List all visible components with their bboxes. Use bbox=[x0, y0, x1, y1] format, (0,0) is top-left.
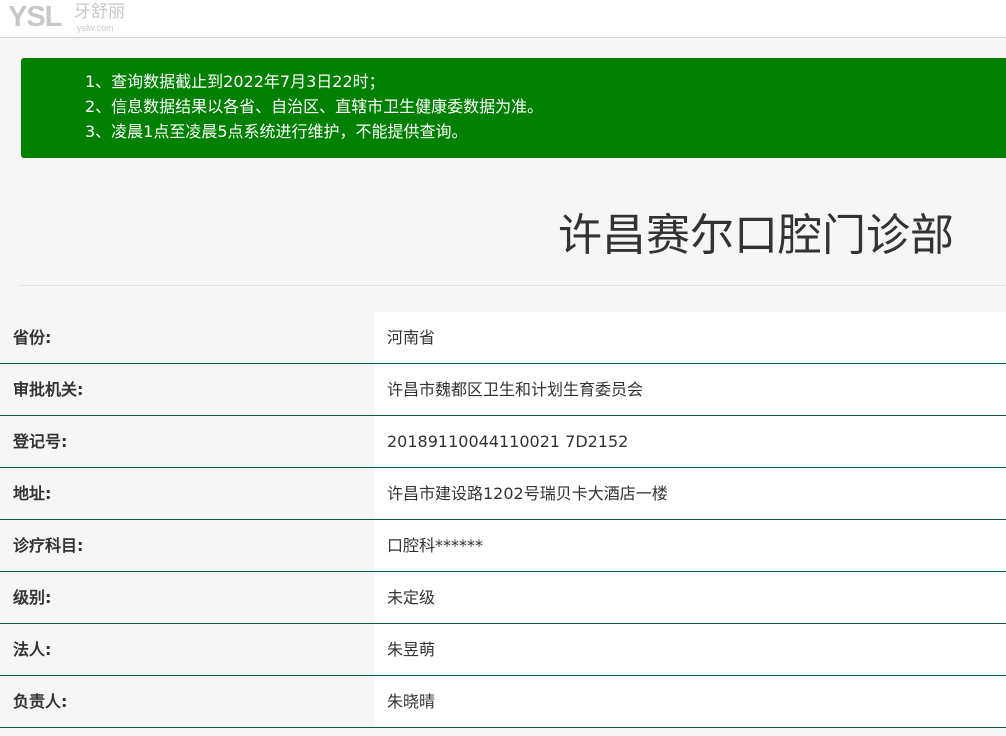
label-person-in-charge: 负责人: bbox=[0, 676, 374, 727]
label-registration-number: 登记号: bbox=[0, 416, 374, 467]
value-legal-person: 朱昱萌 bbox=[374, 624, 1006, 675]
table-row-address: 地址: 许昌市建设路1202号瑞贝卡大酒店一楼 bbox=[0, 468, 1006, 520]
value-province: 河南省 bbox=[374, 312, 1006, 363]
table-row-province: 省份: 河南省 bbox=[0, 312, 1006, 364]
value-approval-authority: 许昌市魏都区卫生和计划生育委员会 bbox=[374, 364, 1006, 415]
table-row-departments: 诊疗科目: 口腔科****** bbox=[0, 520, 1006, 572]
notice-banner: 1、查询数据截止到2022年7月3日22时； 2、信息数据结果以各省、自治区、直… bbox=[21, 58, 1006, 158]
table-row-legal-person: 法人: 朱昱萌 bbox=[0, 624, 1006, 676]
value-registration-number: 20189110044110021 7D2152 bbox=[374, 416, 1006, 467]
table-row-person-in-charge: 负责人: 朱晓晴 bbox=[0, 676, 1006, 728]
logo-domain: yslw.com bbox=[77, 23, 114, 33]
label-province: 省份: bbox=[0, 312, 374, 363]
notice-line-1: 1、查询数据截止到2022年7月3日22时； bbox=[85, 72, 385, 91]
label-approval-authority: 审批机关: bbox=[0, 364, 374, 415]
table-row-approval-authority: 审批机关: 许昌市魏都区卫生和计划生育委员会 bbox=[0, 364, 1006, 416]
title-section: 许昌赛尔口腔门诊部 bbox=[18, 192, 1006, 286]
notice-line-2: 2、信息数据结果以各省、自治区、直辖市卫生健康委数据为准。 bbox=[85, 97, 544, 116]
label-address: 地址: bbox=[0, 468, 374, 519]
value-address: 许昌市建设路1202号瑞贝卡大酒店一楼 bbox=[374, 468, 1006, 519]
value-departments: 口腔科****** bbox=[374, 520, 1006, 571]
site-header: YSL 牙舒丽 yslw.com bbox=[0, 0, 1006, 38]
label-level: 级别: bbox=[0, 572, 374, 623]
notice-line-3: 3、凌晨1点至凌晨5点系统进行维护，不能提供查询。 bbox=[85, 122, 468, 141]
info-table: 省份: 河南省 审批机关: 许昌市魏都区卫生和计划生育委员会 登记号: 2018… bbox=[0, 312, 1006, 728]
label-departments: 诊疗科目: bbox=[0, 520, 374, 571]
logo-mark: YSL bbox=[8, 1, 62, 33]
value-person-in-charge: 朱晓晴 bbox=[374, 676, 1006, 727]
label-legal-person: 法人: bbox=[0, 624, 374, 675]
page-title: 许昌赛尔口腔门诊部 bbox=[558, 210, 954, 261]
value-level: 未定级 bbox=[374, 572, 1006, 623]
table-row-level: 级别: 未定级 bbox=[0, 572, 1006, 624]
table-row-registration-number: 登记号: 20189110044110021 7D2152 bbox=[0, 416, 1006, 468]
logo-chinese-name: 牙舒丽 bbox=[74, 2, 125, 22]
